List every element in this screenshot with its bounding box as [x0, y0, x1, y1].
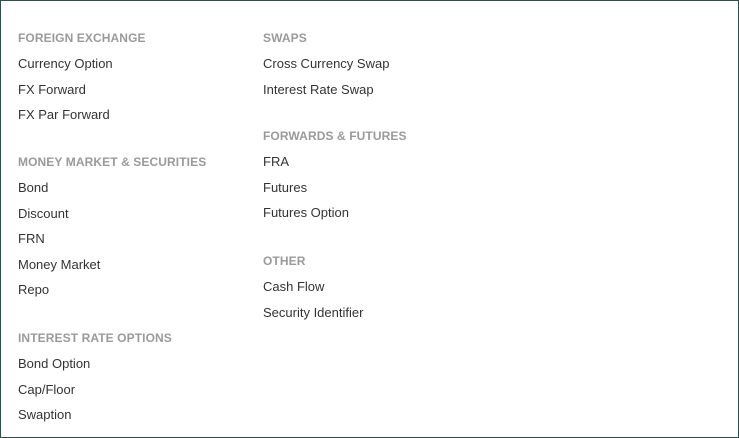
section-money-market-securities: MONEY MARKET & SECURITIES Bond Discount …: [18, 154, 206, 307]
section-title-swaps: SWAPS: [263, 31, 307, 45]
section-title-other: OTHER: [263, 254, 306, 268]
menu-item-futures-option[interactable]: Futures Option: [263, 204, 407, 230]
section-foreign-exchange: FOREIGN EXCHANGE Currency Option FX Forw…: [18, 30, 146, 132]
menu-item-swaption[interactable]: Swaption: [18, 406, 172, 432]
section-interest-rate-options: INTEREST RATE OPTIONS Bond Option Cap/Fl…: [18, 330, 172, 432]
menu-item-fx-par-forward[interactable]: FX Par Forward: [18, 106, 146, 132]
instrument-menu-panel: FOREIGN EXCHANGE Currency Option FX Forw…: [0, 0, 739, 438]
interest-rate-options-list: Bond Option Cap/Floor Swaption: [18, 355, 172, 432]
other-list: Cash Flow Security Identifier: [263, 278, 363, 329]
menu-item-cross-currency-swap[interactable]: Cross Currency Swap: [263, 55, 389, 81]
menu-item-discount[interactable]: Discount: [18, 205, 206, 231]
menu-item-bond[interactable]: Bond: [18, 179, 206, 205]
section-title-forwards-futures: FORWARDS & FUTURES: [263, 129, 407, 143]
menu-item-bond-option[interactable]: Bond Option: [18, 355, 172, 381]
section-swaps: SWAPS Cross Currency Swap Interest Rate …: [263, 30, 389, 106]
foreign-exchange-list: Currency Option FX Forward FX Par Forwar…: [18, 55, 146, 132]
menu-item-interest-rate-swap[interactable]: Interest Rate Swap: [263, 81, 389, 107]
menu-item-money-market[interactable]: Money Market: [18, 256, 206, 282]
menu-item-futures[interactable]: Futures: [263, 179, 407, 205]
section-title-money-market-securities: MONEY MARKET & SECURITIES: [18, 155, 207, 169]
section-title-interest-rate-options: INTEREST RATE OPTIONS: [18, 331, 172, 345]
menu-item-repo[interactable]: Repo: [18, 281, 206, 307]
menu-item-currency-option[interactable]: Currency Option: [18, 55, 146, 81]
menu-item-fra[interactable]: FRA: [263, 153, 407, 179]
menu-item-cash-flow[interactable]: Cash Flow: [263, 278, 363, 304]
menu-item-security-identifier[interactable]: Security Identifier: [263, 304, 363, 330]
money-market-list: Bond Discount FRN Money Market Repo: [18, 179, 206, 307]
swaps-list: Cross Currency Swap Interest Rate Swap: [263, 55, 389, 106]
section-title-foreign-exchange: FOREIGN EXCHANGE: [18, 31, 146, 45]
forwards-futures-list: FRA Futures Futures Option: [263, 153, 407, 230]
menu-item-fx-forward[interactable]: FX Forward: [18, 81, 146, 107]
menu-item-frn[interactable]: FRN: [18, 230, 206, 256]
menu-item-cap-floor[interactable]: Cap/Floor: [18, 381, 172, 407]
section-other: OTHER Cash Flow Security Identifier: [263, 253, 363, 329]
section-forwards-futures: FORWARDS & FUTURES FRA Futures Futures O…: [263, 128, 407, 230]
